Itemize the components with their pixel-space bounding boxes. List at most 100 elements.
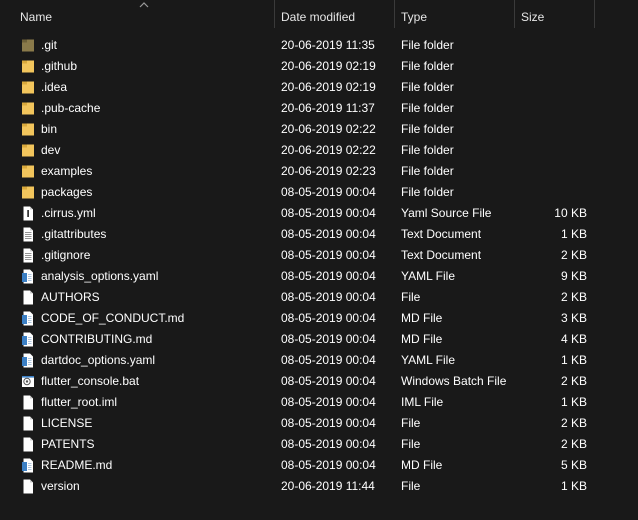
column-header-size[interactable]: Size xyxy=(515,0,595,28)
file-size: 2 KB xyxy=(560,416,587,430)
folder-icon xyxy=(21,143,35,158)
list-item[interactable]: dev 20-06-2019 02:22 File folder xyxy=(0,140,638,161)
blank-file-icon xyxy=(21,395,35,410)
file-size: 1 KB xyxy=(560,395,587,409)
file-date-modified: 08-05-2019 00:04 xyxy=(281,206,376,220)
file-size: 2 KB xyxy=(560,374,587,388)
file-list: .git 20-06-2019 11:35 File folder .github 20… xyxy=(0,35,638,497)
list-item[interactable]: LICENSE 08-05-2019 00:04 File 2 KB xyxy=(0,413,638,434)
list-item[interactable]: .pub-cache 20-06-2019 11:37 File folder xyxy=(0,98,638,119)
file-type: YAML File xyxy=(401,269,456,283)
list-item[interactable]: CODE_OF_CONDUCT.md 08-05-2019 00:04 MD Fil… xyxy=(0,308,638,329)
yaml-file-icon xyxy=(21,206,35,221)
file-type: File folder xyxy=(401,101,454,115)
file-name: LICENSE xyxy=(41,416,93,430)
list-item[interactable]: AUTHORS 08-05-2019 00:04 File 2 KB xyxy=(0,287,638,308)
list-item[interactable]: PATENTS 08-05-2019 00:04 File 2 KB xyxy=(0,434,638,455)
list-item[interactable]: bin 20-06-2019 02:22 File folder xyxy=(0,119,638,140)
blank-file-icon xyxy=(21,416,35,431)
blank-file-icon xyxy=(21,479,35,494)
file-name: CONTRIBUTING.md xyxy=(41,332,153,346)
file-type: MD File xyxy=(401,332,443,346)
column-header-type[interactable]: Type xyxy=(395,0,515,28)
file-size: 1 KB xyxy=(560,353,587,367)
file-name: .pub-cache xyxy=(41,101,101,115)
file-date-modified: 08-05-2019 00:04 xyxy=(281,353,376,367)
file-date-modified: 20-06-2019 02:19 xyxy=(281,59,376,73)
column-header-name[interactable]: Name xyxy=(14,0,275,28)
list-item[interactable]: dartdoc_options.yaml 08-05-2019 00:04 YAML… xyxy=(0,350,638,371)
file-date-modified: 20-06-2019 11:37 xyxy=(281,101,375,115)
list-item[interactable]: .gitattributes 08-05-2019 00:04 Text Docum… xyxy=(0,224,638,245)
folder-icon xyxy=(21,122,35,137)
file-name: analysis_options.yaml xyxy=(41,269,159,283)
file-type: Windows Batch File xyxy=(401,374,507,388)
list-item[interactable]: .idea 20-06-2019 02:19 File folder xyxy=(0,77,638,98)
file-name: bin xyxy=(41,122,58,136)
file-size: 2 KB xyxy=(560,437,587,451)
list-item[interactable]: flutter_console.bat 08-05-2019 00:04 Windo… xyxy=(0,371,638,392)
list-item[interactable]: packages 08-05-2019 00:04 File folder xyxy=(0,182,638,203)
list-item[interactable]: .github 20-06-2019 02:19 File folder xyxy=(0,56,638,77)
code-file-icon xyxy=(21,353,35,368)
list-item[interactable]: .gitignore 08-05-2019 00:04 Text Document 2… xyxy=(0,245,638,266)
column-header-date-modified[interactable]: Date modified xyxy=(275,0,395,28)
list-item[interactable]: CONTRIBUTING.md 08-05-2019 00:04 MD File 4 … xyxy=(0,329,638,350)
folder-icon xyxy=(21,80,35,95)
column-header-bar: Name Date modified Type Size xyxy=(0,0,638,30)
list-item[interactable]: examples 20-06-2019 02:23 File folder xyxy=(0,161,638,182)
file-size xyxy=(515,161,587,182)
list-item[interactable]: .git 20-06-2019 11:35 File folder xyxy=(0,35,638,56)
file-size xyxy=(515,56,587,77)
file-name: version xyxy=(41,479,80,493)
file-type: File folder xyxy=(401,59,454,73)
list-item[interactable]: .cirrus.yml 08-05-2019 00:04 Yaml Source F… xyxy=(0,203,638,224)
file-date-modified: 20-06-2019 02:23 xyxy=(281,164,376,178)
file-type: IML File xyxy=(401,395,444,409)
code-file-icon xyxy=(21,332,35,347)
file-size xyxy=(515,119,587,140)
list-item[interactable]: flutter_root.iml 08-05-2019 00:04 IML File… xyxy=(0,392,638,413)
file-date-modified: 08-05-2019 00:04 xyxy=(281,290,376,304)
folder-icon xyxy=(21,38,35,53)
list-item[interactable]: README.md 08-05-2019 00:04 MD File 5 KB xyxy=(0,455,638,476)
file-date-modified: 20-06-2019 11:44 xyxy=(281,479,375,493)
file-type: File xyxy=(401,416,421,430)
batch-file-icon xyxy=(21,374,35,389)
file-name: CODE_OF_CONDUCT.md xyxy=(41,311,185,325)
file-date-modified: 08-05-2019 00:04 xyxy=(281,248,376,262)
file-type: MD File xyxy=(401,311,443,325)
file-name: PATENTS xyxy=(41,437,95,451)
list-item[interactable]: version 20-06-2019 11:44 File 1 KB xyxy=(0,476,638,497)
file-size: 2 KB xyxy=(560,290,587,304)
file-date-modified: 08-05-2019 00:04 xyxy=(281,458,376,472)
file-date-modified: 20-06-2019 11:35 xyxy=(281,38,375,52)
file-date-modified: 20-06-2019 02:22 xyxy=(281,122,376,136)
file-type: File folder xyxy=(401,185,454,199)
file-type: Text Document xyxy=(401,248,482,262)
code-file-icon xyxy=(21,311,35,326)
blank-file-icon xyxy=(21,437,35,452)
file-size: 2 KB xyxy=(560,248,587,262)
file-size: 1 KB xyxy=(560,227,587,241)
list-item[interactable]: analysis_options.yaml 08-05-2019 00:04 YAM… xyxy=(0,266,638,287)
file-date-modified: 08-05-2019 00:04 xyxy=(281,269,376,283)
file-type: Text Document xyxy=(401,227,482,241)
file-size xyxy=(515,77,587,98)
file-size: 3 KB xyxy=(560,311,587,325)
file-type: File xyxy=(401,290,421,304)
file-type: YAML File xyxy=(401,353,456,367)
file-name: examples xyxy=(41,164,93,178)
file-name: AUTHORS xyxy=(41,290,100,304)
file-size: 4 KB xyxy=(560,332,587,346)
file-name: .git xyxy=(41,38,58,52)
file-name: .gitattributes xyxy=(41,227,107,241)
blank-file-icon xyxy=(21,290,35,305)
file-type: File folder xyxy=(401,80,454,94)
file-type: Yaml Source File xyxy=(401,206,492,220)
file-date-modified: 08-05-2019 00:04 xyxy=(281,185,376,199)
file-date-modified: 08-05-2019 00:04 xyxy=(281,332,376,346)
file-size xyxy=(515,140,587,161)
file-type: File folder xyxy=(401,122,454,136)
file-name: dartdoc_options.yaml xyxy=(41,353,156,367)
